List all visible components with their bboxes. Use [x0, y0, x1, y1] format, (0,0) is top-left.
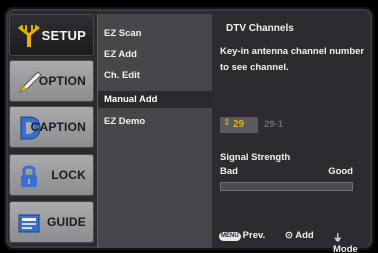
sub-channel-label: 29-1 [264, 119, 284, 130]
tab-label: SETUP [41, 28, 86, 43]
menu-item-ch-edit[interactable]: Ch. Edit [98, 67, 212, 84]
tab-label: LOCK [51, 168, 86, 182]
channel-number-input[interactable]: ⇕ 29 [220, 117, 258, 133]
channel-number-value: 29 [233, 119, 245, 130]
signal-bad-label: Bad [220, 166, 238, 177]
hint-mode: ⏚ Mode [333, 233, 358, 253]
tab-guide[interactable]: GUIDE [9, 201, 94, 243]
dtv-channels-panel: DTV Channels Key-in antenna channel numb… [212, 14, 369, 253]
tv-setup-screen: SETUP OPTION CAPTION LOCK GUIDE EZ Scan … [0, 0, 378, 253]
tab-label: CAPTION [30, 120, 86, 134]
key-hints: MENU Prev. ⊙ Add ⏚ Mode [219, 230, 369, 253]
category-tabs: SETUP OPTION CAPTION LOCK GUIDE [9, 14, 94, 244]
menu-key-icon: MENU [219, 232, 241, 241]
enter-key-icon: ⊙ [285, 230, 293, 241]
guide-book-icon [18, 214, 40, 233]
hint-prev: MENU Prev. [219, 230, 266, 241]
signal-good-label: Good [328, 166, 353, 177]
menu-item-ez-scan[interactable]: EZ Scan [98, 25, 212, 42]
menu-item-ez-demo[interactable]: EZ Demo [98, 113, 212, 130]
panel-instructions: Key-in antenna channel number to see cha… [220, 46, 365, 73]
antenna-mode-icon: ⏚ [333, 233, 343, 244]
panel-title: DTV Channels [226, 23, 294, 34]
menu-item-manual-add[interactable]: Manual Add [98, 91, 212, 108]
tab-option[interactable]: OPTION [9, 60, 94, 102]
padlock-icon [21, 165, 37, 187]
signal-strength-bar [220, 182, 353, 191]
setup-menu: EZ Scan EZ Add Ch. Edit Manual Add EZ De… [97, 14, 212, 248]
hint-add: ⊙ Add [285, 230, 314, 241]
antenna-icon [18, 25, 40, 47]
tab-label: GUIDE [46, 215, 86, 229]
tab-setup[interactable]: SETUP [9, 14, 94, 56]
menu-item-ez-add[interactable]: EZ Add [98, 46, 212, 63]
signal-strength-label: Signal Strength [220, 152, 291, 163]
tab-label: OPTION [38, 74, 86, 88]
up-down-arrow-icon: ⇕ [223, 118, 231, 128]
tab-lock[interactable]: LOCK [9, 154, 94, 196]
tab-caption[interactable]: CAPTION [9, 106, 94, 148]
